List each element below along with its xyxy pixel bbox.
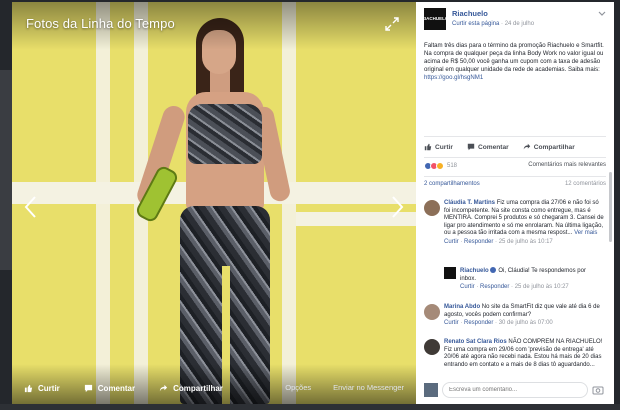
comment-author[interactable]: Cláudia T. Martins (444, 200, 495, 206)
divider (424, 157, 606, 158)
photo-share-label: Compartilhar (173, 383, 223, 393)
post-body-text: Faltam três dias para o término da promo… (424, 42, 606, 82)
photo-share-button[interactable]: Compartilhar (159, 384, 223, 393)
comment-body: Marina Abdo No site da SmartFit diz que … (444, 304, 606, 328)
page-name-link[interactable]: Riachuelo (452, 9, 488, 18)
divider (424, 136, 606, 137)
send-messenger-link[interactable]: Enviar no Messenger (333, 383, 404, 392)
share-label: Compartilhar (533, 143, 575, 151)
comment-reply-link[interactable]: Responder (464, 239, 493, 245)
comment-meta: Curtir · Responder · 30 de julho às 07:0… (444, 320, 553, 327)
comment-like-link[interactable]: Curtir (444, 320, 459, 326)
reaction-count: 518 (447, 163, 458, 169)
stats-row: 2 compartilhamentos 12 comentários (424, 181, 606, 191)
comment-button[interactable]: Comentar (467, 143, 509, 151)
comment-body: Cláudia T. Martins Fiz uma compra dia 27… (444, 200, 606, 247)
like-button[interactable]: Curtir (424, 143, 453, 151)
page-avatar-logo[interactable]: RIACHUELO (421, 8, 449, 30)
comment-body: Renato Sat Clara Rios NÃO COMPREM NA RIA… (444, 339, 606, 369)
comment-icon (84, 384, 92, 392)
thumbs-up-icon (424, 143, 432, 151)
avatar[interactable] (424, 339, 440, 355)
background-feed-edge (0, 70, 12, 270)
photo-comment-label: Comentar (97, 383, 136, 393)
comment-time[interactable]: 25 de julho às 10:27 (515, 284, 569, 290)
photo-secondary-actions: Opções Enviar no Messenger (263, 383, 404, 392)
share-button[interactable]: Compartilhar (523, 143, 575, 151)
comment-icon (467, 143, 475, 151)
chevron-down-icon[interactable] (598, 10, 606, 18)
comment: Marina Abdo No site da SmartFit diz que … (424, 304, 606, 334)
like-label: Curtir (435, 143, 453, 151)
post-subline: Curtir esta página · 24 de julho (452, 21, 535, 27)
divider (424, 176, 606, 177)
shares-count-link[interactable]: 2 compartilhamentos (424, 181, 480, 187)
next-photo-icon[interactable] (386, 194, 408, 220)
photo-like-button[interactable]: Curtir (24, 384, 60, 393)
page-logo-text: RIACHUELO (421, 15, 449, 21)
comment-composer (424, 382, 606, 398)
photo-comment-button[interactable]: Comentar (84, 384, 135, 393)
post-action-bar: Curtir Comentar Compartilhar (424, 140, 606, 154)
photo-like-label: Curtir (38, 383, 60, 393)
comments-scrollbar[interactable] (609, 172, 612, 242)
post-date[interactable]: 24 de julho (505, 21, 534, 27)
comment-like-link[interactable]: Curtir (460, 284, 475, 290)
avatar[interactable] (424, 304, 440, 320)
wow-reaction-icon (436, 162, 444, 170)
comment-author[interactable]: Riachuelo (460, 268, 489, 274)
comment-body: Riachuelo Oi, Cláudia! Te respondemos po… (460, 267, 598, 292)
post-header: RIACHUELO Riachuelo Curtir esta página ·… (421, 8, 606, 38)
share-icon (160, 384, 168, 391)
verified-badge-icon (489, 267, 496, 273)
comments-count: 12 comentários (564, 181, 606, 187)
comment-author[interactable]: Renato Sat Clara Rios (444, 339, 507, 345)
model-sports-bra (188, 104, 262, 164)
post-text: Faltam três dias para o término da promo… (424, 42, 604, 73)
comment-meta: Curtir · Responder · 25 de julho às 10:2… (460, 284, 569, 291)
comment-reply-link[interactable]: Responder (464, 320, 493, 326)
post-link[interactable]: https://goo.gl/hsgNM1 (424, 74, 483, 81)
comment-sort-dropdown[interactable]: Comentários mais relevantes (528, 162, 606, 168)
share-icon (523, 143, 530, 150)
avatar[interactable] (424, 200, 440, 216)
comment-input[interactable] (442, 382, 588, 398)
comment-like-link[interactable]: Curtir (444, 239, 459, 245)
photo-action-bar: Curtir Comentar Compartilhar Opções Envi… (12, 372, 416, 404)
camera-icon[interactable] (592, 385, 604, 395)
comment-time[interactable]: 30 de julho às 07:00 (499, 320, 553, 326)
comment-author[interactable]: Marina Abdo (444, 304, 480, 310)
background-feed-bottom (0, 404, 620, 410)
post-side-panel: RIACHUELO Riachuelo Curtir esta página ·… (416, 2, 614, 404)
comment: Cláudia T. Martins Fiz uma compra dia 27… (424, 200, 606, 262)
comment-meta: Curtir · Responder · 25 de julho às 10:1… (444, 238, 553, 245)
reactions-row[interactable]: 518 Comentários mais relevantes (424, 160, 606, 172)
avatar[interactable] (444, 267, 456, 279)
avatar (424, 383, 438, 397)
comment-label: Comentar (477, 143, 509, 151)
photo-model-figure (134, 16, 292, 404)
like-page-link[interactable]: Curtir esta página (452, 21, 499, 27)
comment-reply: Riachuelo Oi, Cláudia! Te respondemos po… (444, 267, 598, 297)
comment: Renato Sat Clara Rios NÃO COMPREM NA RIA… (424, 339, 606, 377)
photo-viewer[interactable]: Fotos da Linha do Tempo Curtir Comentar … (12, 2, 416, 404)
expand-icon[interactable] (384, 16, 400, 32)
photo-album-title[interactable]: Fotos da Linha do Tempo (26, 16, 175, 31)
comment-time[interactable]: 25 de julho às 10:17 (499, 239, 553, 245)
photo-options-link[interactable]: Opções (285, 383, 311, 392)
see-more-link[interactable]: Ver mais (574, 230, 597, 236)
thumbs-up-icon (24, 384, 33, 392)
comment-reply-link[interactable]: Responder (480, 284, 509, 290)
previous-photo-icon[interactable] (20, 194, 42, 220)
